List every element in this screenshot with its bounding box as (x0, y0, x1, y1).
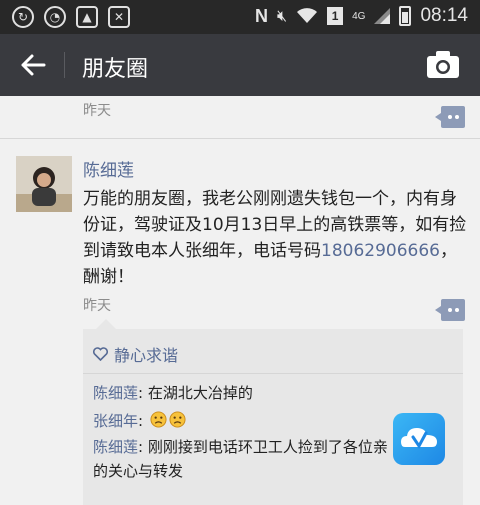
post-author[interactable]: 陈细莲 (83, 156, 134, 181)
phone-link[interactable]: 18062906666 (321, 241, 440, 261)
app-logo-icon (393, 413, 445, 465)
comment-sep: : (138, 384, 148, 402)
status-right-icons: N 🔇︎ 1 4G 08:14 (255, 5, 468, 27)
likes-divider (83, 373, 463, 374)
comment-author[interactable]: 陈细莲 (93, 384, 138, 402)
moments-feed: 昨天 陈细莲 万能的朋友圈，我老公刚刚遗失钱包一个，内有身份证，驾驶证及10月1… (0, 96, 480, 505)
camera-icon[interactable] (426, 50, 460, 80)
avatar-image (16, 156, 72, 212)
network-type: 4G (352, 10, 366, 22)
comments-pointer (96, 319, 116, 329)
title-bar: 朋友圈 (0, 34, 480, 96)
comment-author[interactable]: 张细年 (93, 412, 138, 430)
liker-name[interactable]: 静心求谐 (114, 342, 178, 366)
post-time: 昨天 (83, 298, 111, 314)
post-text: 万能的朋友圈，我老公刚刚遗失钱包一个，内有身份证，驾驶证及10月13日早上的高铁… (83, 186, 468, 290)
title-divider (64, 52, 65, 78)
comment-sep: : (138, 412, 148, 430)
battery-icon (399, 6, 412, 26)
comment-author[interactable]: 陈细莲 (93, 438, 138, 456)
back-arrow-icon[interactable] (18, 50, 48, 80)
post-divider (0, 138, 480, 139)
nfc-icon: N (255, 5, 269, 26)
comment-icon[interactable] (435, 299, 465, 321)
signal-icon (374, 8, 391, 24)
message-icon: ◔ (44, 6, 66, 28)
status-bar: ↻ ◔ ▲ ✕ N 🔇︎ 1 4G 08:14 (0, 0, 480, 34)
status-left-icons: ↻ ◔ ▲ ✕ (12, 6, 130, 28)
comment-text: 在湖北大冶掉的 (147, 384, 253, 402)
avatar[interactable] (16, 156, 72, 212)
sad-face-icon (150, 411, 167, 428)
comment-icon[interactable] (435, 106, 465, 128)
sim-badge: 1 (327, 7, 344, 25)
mute-icon: 🔇︎ (277, 6, 288, 25)
comments-box: 静心求谐 陈细莲: 在湖北大冶掉的 张细年: 陈细莲: 刚刚接到电话环卫工人捡到… (83, 329, 463, 505)
comment-sep: : (138, 438, 148, 456)
heart-icon (93, 347, 108, 361)
sync-icon: ↻ (12, 6, 34, 28)
page-title: 朋友圈 (82, 57, 149, 82)
likes-row: 静心求谐 (93, 342, 178, 366)
sad-face-icon (169, 411, 186, 428)
mail-icon: ✕ (108, 6, 130, 28)
comment-item[interactable]: 陈细莲: 在湖北大冶掉的 (93, 381, 458, 405)
clock: 08:14 (420, 5, 468, 26)
comment-item[interactable]: 陈细莲: 刚刚接到电话环卫工人捡到了各位亲的关心与转发 (93, 435, 393, 483)
wifi-icon (297, 8, 318, 23)
prev-post-time: 昨天 (83, 103, 111, 119)
image-icon: ▲ (76, 6, 98, 28)
cloud-logo (401, 428, 437, 449)
